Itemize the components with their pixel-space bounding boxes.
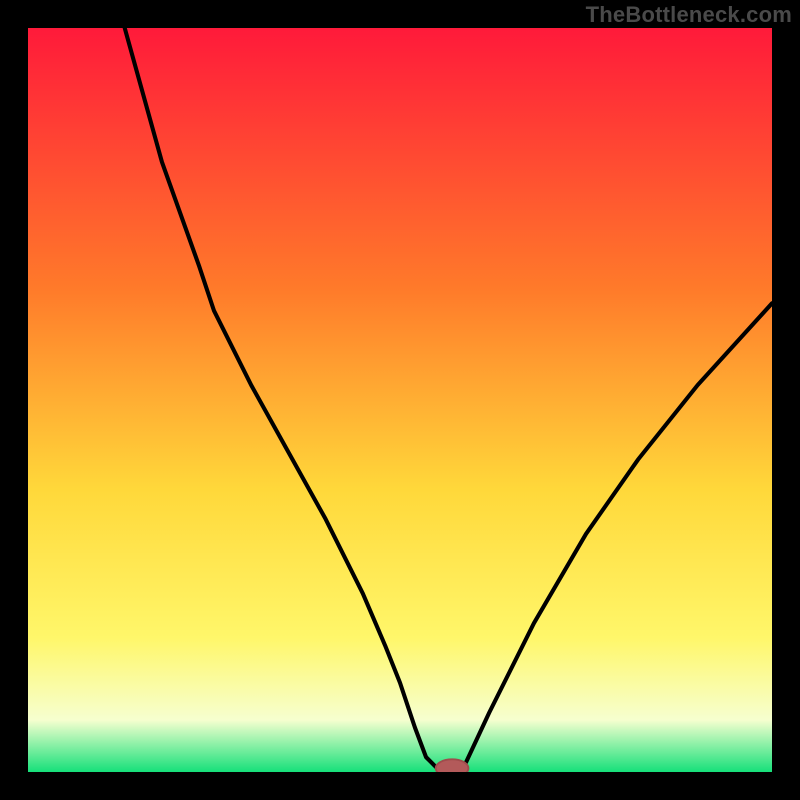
- gradient-background: [28, 28, 772, 772]
- watermark-text: TheBottleneck.com: [586, 2, 792, 28]
- plot-svg: [28, 28, 772, 772]
- optimum-marker: [436, 759, 469, 772]
- bottleneck-plot: [28, 28, 772, 772]
- chart-frame: TheBottleneck.com: [0, 0, 800, 800]
